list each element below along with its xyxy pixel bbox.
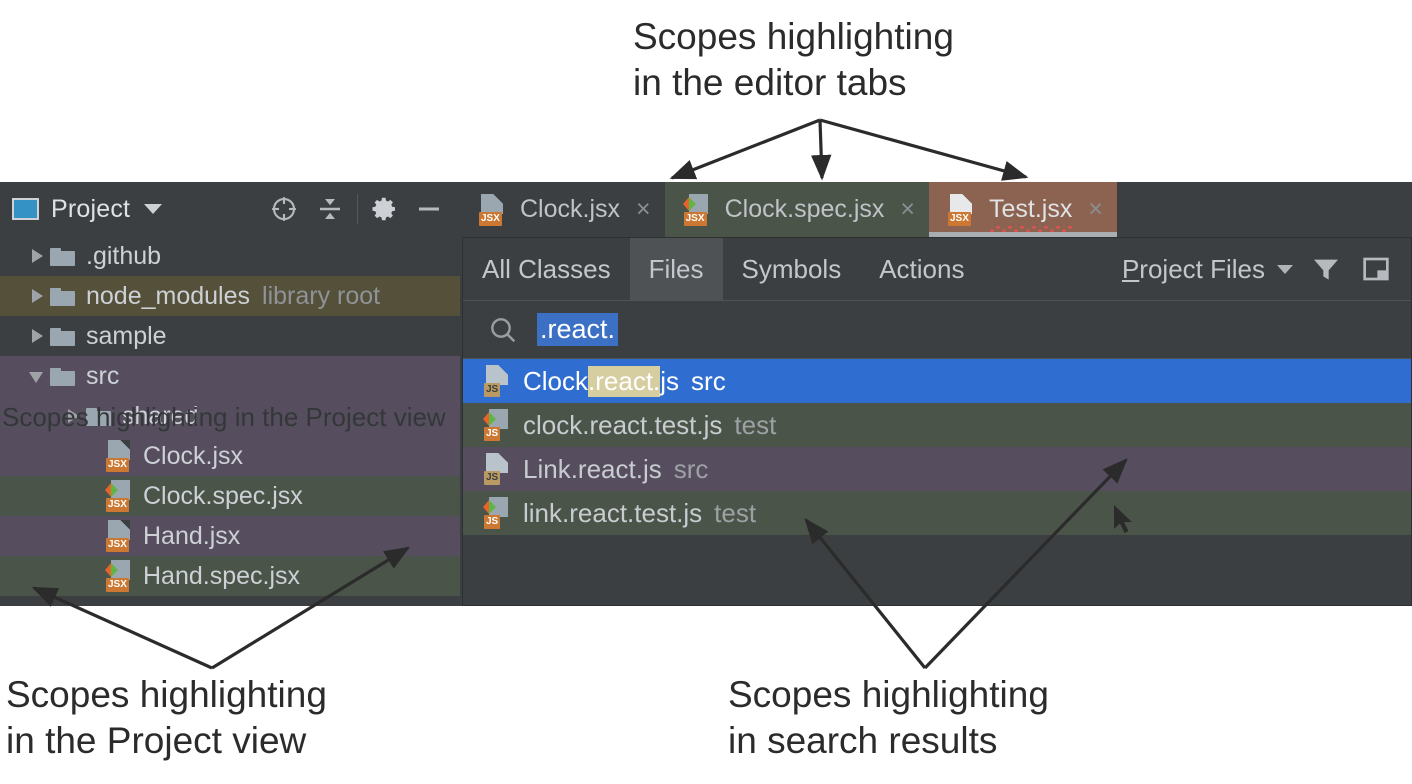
editor-tab-test-jsx[interactable]: JSX Test.jsx ×: [929, 182, 1117, 237]
expand-arrow-icon[interactable]: [28, 247, 46, 265]
tree-label: node_modules: [86, 282, 250, 311]
folder-icon: [50, 326, 76, 346]
tree-row-github[interactable]: .github: [0, 236, 460, 276]
search-input-row[interactable]: .react.: [463, 301, 1411, 359]
tree-label: Hand.spec.jsx: [143, 562, 300, 591]
tab-all-classes[interactable]: All Classes: [463, 238, 630, 301]
folder-icon: [50, 286, 76, 306]
editor-tab-clock-spec-jsx[interactable]: JSX Clock.spec.jsx ×: [665, 182, 929, 237]
project-view-icon: [12, 198, 39, 220]
editor-tab-clock-jsx[interactable]: JSX Clock.jsx ×: [460, 182, 665, 237]
js-file-icon: JS: [483, 453, 513, 485]
tree-label: Clock.jsx: [143, 442, 243, 471]
close-icon[interactable]: ×: [1088, 195, 1103, 224]
search-result-row[interactable]: JS Link.react.js src: [463, 447, 1411, 491]
tree-label: Hand.jsx: [143, 522, 240, 551]
tree-row-node-modules[interactable]: node_modules library root: [0, 276, 460, 316]
search-icon: [487, 314, 519, 346]
project-panel-title: Project: [51, 195, 130, 224]
close-icon[interactable]: ×: [636, 195, 651, 224]
editor-tab-label: Clock.spec.jsx: [725, 195, 885, 224]
locate-icon[interactable]: [267, 192, 301, 226]
tree-label: .github: [86, 242, 161, 271]
tab-files[interactable]: Files: [630, 238, 723, 301]
folder-icon: [50, 366, 76, 386]
search-results-list[interactable]: JS Clock.react.js src JS clock.react.tes…: [463, 359, 1411, 535]
preview-panel-icon[interactable]: [1351, 238, 1401, 301]
jsx-test-file-icon: JSX: [683, 194, 713, 226]
tree-label: Clock.spec.jsx: [143, 482, 303, 511]
jsx-file-icon: JSX: [947, 194, 977, 226]
search-popup-tab-bar: All Classes Files Symbols Actions Projec…: [463, 238, 1411, 301]
js-test-file-icon: JS: [483, 497, 513, 529]
scope-selector[interactable]: Project Files: [1122, 254, 1293, 285]
annotation-editor-tabs: Scopes highlighting in the editor tabs: [633, 14, 954, 106]
search-result-name: clock.react.test.js: [523, 410, 722, 441]
tree-row-sample[interactable]: sample: [0, 316, 460, 356]
editor-tab-bar: JSX Clock.jsx × JSX Clock.spec.jsx × JSX…: [460, 182, 1412, 237]
search-result-location: src: [674, 454, 709, 485]
search-result-name-match: .react.: [588, 366, 660, 397]
search-result-row[interactable]: JS link.react.test.js test: [463, 491, 1411, 535]
js-file-icon: JS: [483, 365, 513, 397]
tab-actions[interactable]: Actions: [860, 238, 983, 301]
search-result-row[interactable]: JS clock.react.test.js test: [463, 403, 1411, 447]
search-everywhere-popup: All Classes Files Symbols Actions Projec…: [462, 237, 1412, 606]
annotation-search-results: Scopes highlighting in search results: [728, 672, 1049, 764]
collapse-all-icon[interactable]: [313, 192, 347, 226]
project-panel-toolbar: Project: [0, 182, 460, 236]
search-result-name-before: Clock: [523, 366, 588, 397]
tree-row-hand-spec-jsx[interactable]: JSX Hand.spec.jsx: [0, 556, 460, 596]
ide-window: Project .github node_modules library roo…: [0, 182, 1412, 606]
tree-row-clock-spec-jsx[interactable]: JSX Clock.spec.jsx: [0, 476, 460, 516]
scope-mnemonic: P: [1122, 254, 1139, 285]
jsx-test-file-icon: JSX: [105, 480, 135, 512]
error-squiggle-icon: [989, 226, 1072, 232]
mouse-cursor: [1114, 505, 1140, 539]
filter-icon[interactable]: [1301, 238, 1351, 301]
jsx-file-icon: JSX: [105, 440, 135, 472]
search-result-name-after: js: [660, 366, 679, 397]
annotation-project-view: Scopes highlighting in the Project view: [6, 672, 327, 764]
scope-label: roject Files: [1139, 254, 1265, 285]
tree-label: sample: [86, 322, 167, 351]
tree-secondary-label: library root: [262, 282, 380, 311]
search-result-location: src: [691, 366, 726, 397]
tree-row-clock-jsx[interactable]: JSX Clock.jsx: [0, 436, 460, 476]
chevron-down-icon[interactable]: [1277, 265, 1293, 274]
folder-icon: [50, 246, 76, 266]
jsx-file-icon: JSX: [105, 520, 135, 552]
tree-row-src[interactable]: src: [0, 356, 460, 396]
chevron-down-icon[interactable]: [144, 204, 162, 214]
tree-row-hand-jsx[interactable]: JSX Hand.jsx: [0, 516, 460, 556]
tree-label: src: [86, 362, 119, 391]
search-input[interactable]: .react.: [537, 313, 618, 346]
toolbar-separator: [357, 194, 358, 224]
editor-tab-label: Test.jsx: [989, 195, 1072, 224]
minimize-icon[interactable]: [412, 192, 446, 226]
collapse-arrow-icon[interactable]: [28, 367, 46, 385]
js-test-file-icon: JS: [483, 409, 513, 441]
editor-tab-label: Clock.jsx: [520, 195, 620, 224]
ghost-annotation-overlay: Scopes highlighting in the Project view: [2, 402, 446, 433]
search-result-name: Link.react.js: [523, 454, 662, 485]
jsx-test-file-icon: JSX: [105, 560, 135, 592]
tab-symbols[interactable]: Symbols: [723, 238, 861, 301]
close-icon[interactable]: ×: [900, 195, 915, 224]
expand-arrow-icon[interactable]: [28, 287, 46, 305]
settings-gear-icon[interactable]: [368, 192, 402, 226]
jsx-file-icon: JSX: [478, 194, 508, 226]
expand-arrow-icon[interactable]: [28, 327, 46, 345]
search-result-location: test: [714, 498, 756, 529]
search-result-name: link.react.test.js: [523, 498, 702, 529]
search-result-row[interactable]: JS Clock.react.js src: [463, 359, 1411, 403]
search-result-location: test: [734, 410, 776, 441]
